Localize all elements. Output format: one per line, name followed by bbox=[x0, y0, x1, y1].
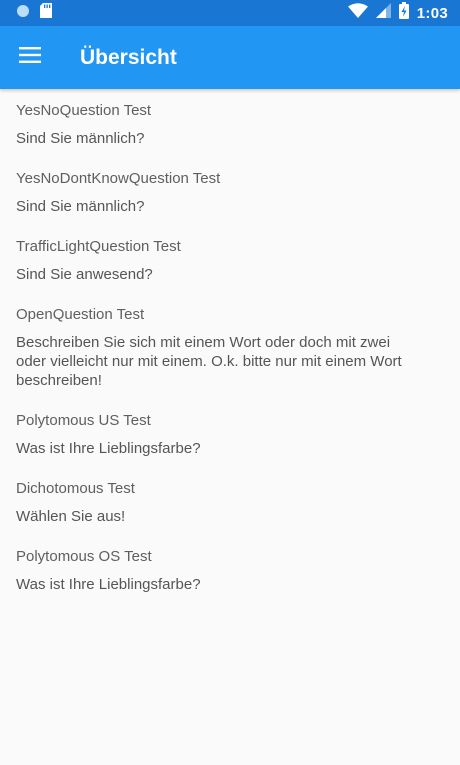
item-title: TrafficLightQuestion Test bbox=[16, 238, 181, 255]
item-title: Polytomous US Test bbox=[16, 412, 151, 429]
item-question: Beschreiben Sie sich mit einem Wort oder… bbox=[16, 334, 402, 389]
list-item[interactable]: TrafficLightQuestion Test Sind Sie anwes… bbox=[16, 237, 444, 284]
status-bar-right: 1:03 bbox=[347, 2, 448, 24]
sd-card-icon bbox=[40, 3, 52, 23]
list-item[interactable]: YesNoQuestion Test Sind Sie männlich? bbox=[16, 101, 444, 148]
status-bar: 1:03 bbox=[0, 0, 460, 26]
page-title: Übersicht bbox=[80, 45, 177, 69]
item-title: OpenQuestion Test bbox=[16, 306, 145, 323]
battery-charging-icon bbox=[398, 2, 409, 24]
list-item[interactable]: Polytomous US Test Was ist Ihre Liebling… bbox=[16, 411, 444, 458]
wifi-icon bbox=[347, 3, 368, 23]
circle-icon bbox=[16, 4, 30, 23]
question-list: YesNoQuestion Test Sind Sie männlich? Ye… bbox=[0, 89, 460, 594]
item-question: Sind Sie männlich? bbox=[16, 198, 145, 215]
signal-icon bbox=[375, 3, 391, 23]
list-item[interactable]: Polytomous OS Test Was ist Ihre Liebling… bbox=[16, 547, 444, 594]
status-bar-left bbox=[16, 3, 52, 23]
app-bar: Übersicht bbox=[0, 26, 460, 89]
item-title: Polytomous OS Test bbox=[16, 548, 152, 565]
menu-button[interactable] bbox=[18, 46, 42, 70]
list-item[interactable]: YesNoDontKnowQuestion Test Sind Sie männ… bbox=[16, 169, 444, 216]
item-question: Wählen Sie aus! bbox=[16, 508, 126, 525]
list-item[interactable]: OpenQuestion Test Beschreiben Sie sich m… bbox=[16, 305, 444, 390]
list-item[interactable]: Dichotomous Test Wählen Sie aus! bbox=[16, 479, 444, 526]
item-question: Sind Sie anwesend? bbox=[16, 266, 153, 283]
item-title: Dichotomous Test bbox=[16, 480, 135, 497]
item-question: Sind Sie männlich? bbox=[16, 130, 145, 147]
status-bar-time: 1:03 bbox=[416, 4, 448, 22]
menu-icon bbox=[19, 46, 41, 69]
item-title: YesNoQuestion Test bbox=[16, 102, 152, 119]
item-title: YesNoDontKnowQuestion Test bbox=[16, 170, 221, 187]
item-question: Was ist Ihre Lieblingsfarbe? bbox=[16, 576, 201, 593]
item-question: Was ist Ihre Lieblingsfarbe? bbox=[16, 440, 201, 457]
